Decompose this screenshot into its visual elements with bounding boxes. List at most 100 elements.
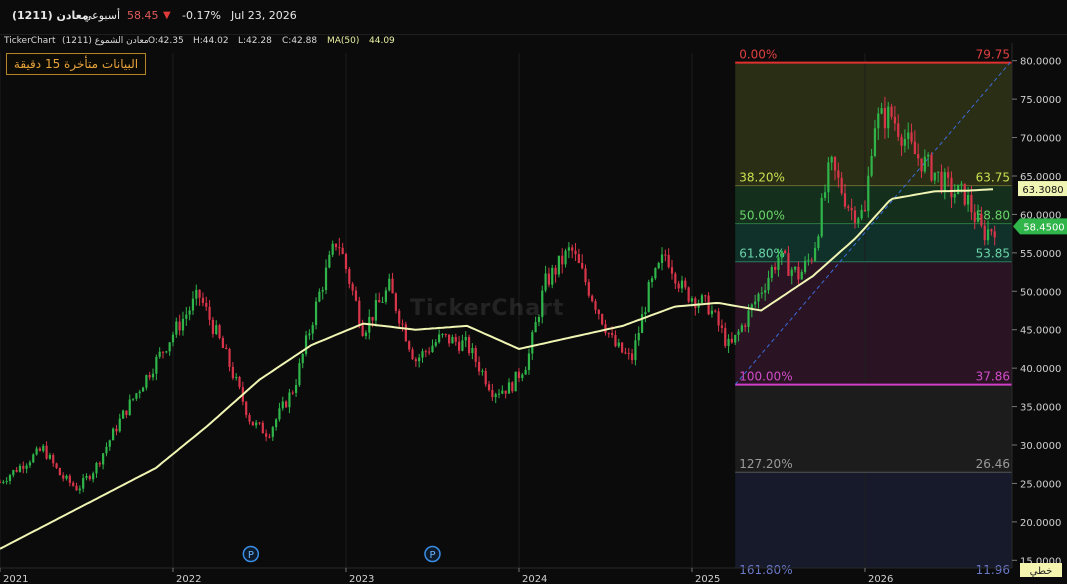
- candle-body: [55, 463, 58, 468]
- candle-body: [907, 132, 910, 139]
- candle-body: [877, 113, 880, 129]
- fib-level-value: 37.86: [976, 370, 1010, 384]
- candle-body: [823, 192, 827, 198]
- candle-body: [611, 333, 614, 335]
- x-axis-tick-label: 2026: [868, 574, 893, 584]
- candle-body: [65, 475, 68, 479]
- candle-body: [105, 446, 108, 454]
- candle-body: [867, 175, 870, 212]
- candle-body: [937, 171, 940, 173]
- candle-body: [201, 297, 205, 303]
- candle-body: [205, 302, 208, 307]
- dividend-marker-label: P: [429, 550, 435, 561]
- low-value: L:42.28: [238, 36, 272, 46]
- candle-body: [704, 295, 707, 297]
- candle-body: [980, 214, 983, 226]
- candle-body: [777, 257, 780, 270]
- candle-body: [168, 342, 171, 352]
- candle-body: [75, 485, 78, 491]
- candle-body: [434, 342, 437, 346]
- candle-body: [112, 428, 115, 441]
- x-axis-tick-label: 2023: [349, 574, 374, 584]
- candle-body: [813, 247, 817, 261]
- x-axis-tick-label: 2025: [695, 574, 720, 584]
- candle-body: [677, 283, 680, 289]
- candle-body: [457, 341, 461, 351]
- candle-body: [527, 353, 531, 370]
- candle-body: [764, 290, 767, 293]
- candle-body: [314, 301, 318, 326]
- candle-body: [843, 193, 847, 207]
- candle-body: [115, 428, 118, 432]
- close-value: C:42.88: [282, 36, 318, 46]
- candle-body: [48, 455, 52, 459]
- scale-toggle-label: خطي: [1030, 566, 1053, 577]
- candle-body: [564, 250, 567, 265]
- symbol-label[interactable]: (1211) معادن: [12, 9, 89, 22]
- interval-label[interactable]: أسبوعي: [83, 9, 120, 22]
- candle-body: [797, 266, 800, 280]
- candle-body: [245, 401, 248, 416]
- candle-body: [255, 422, 258, 426]
- candle-body: [235, 376, 238, 379]
- candle-body: [597, 309, 600, 315]
- candle-body: [428, 351, 431, 353]
- candle-body: [624, 352, 627, 354]
- candle-body: [517, 371, 521, 379]
- candle-body: [418, 357, 421, 362]
- candle-body: [983, 225, 986, 241]
- fib-level-percent: 100.00%: [739, 370, 792, 384]
- candle-body: [664, 254, 667, 256]
- last-price-tag-label: 58.4500: [1023, 222, 1064, 233]
- candle-body: [191, 298, 195, 311]
- candle-body: [78, 488, 81, 491]
- candle-body: [747, 310, 750, 327]
- candle-body: [487, 384, 491, 391]
- candle-body: [833, 156, 837, 171]
- candle-body: [281, 401, 284, 409]
- candle-body: [2, 481, 5, 483]
- candle-body: [128, 399, 131, 416]
- price-chart[interactable]: 0.00% 79.7538.20% 63.7550.00% 58.8061.80% 53…: [0, 0, 1067, 584]
- candle-body: [441, 333, 444, 335]
- candle-body: [454, 336, 457, 342]
- candle-body: [95, 463, 98, 474]
- candle-body: [384, 290, 388, 302]
- candle-body: [684, 280, 687, 288]
- candle-body: [35, 448, 38, 455]
- candle-body: [225, 347, 228, 349]
- ma-label: MA(50): [327, 36, 360, 46]
- candle-body: [910, 132, 913, 142]
- candle-body: [68, 475, 71, 483]
- fib-level-value: 26.46: [976, 457, 1010, 471]
- candle-body: [165, 351, 168, 353]
- candle-body: [271, 427, 274, 437]
- down-arrow-icon: ▼: [163, 10, 171, 21]
- candle-body: [181, 318, 185, 331]
- candle-body: [278, 408, 281, 420]
- candle-body: [25, 465, 28, 469]
- candle-body: [131, 398, 135, 400]
- candle-body: [976, 214, 980, 222]
- candle-body: [893, 116, 896, 124]
- ohlc-info-bar: TickerChart (1211) معادن الشموع O:42.35 …: [0, 35, 1067, 49]
- candle-body: [847, 206, 850, 208]
- y-axis-tick-label: 35.0000: [1020, 403, 1061, 414]
- candle-body: [12, 470, 15, 476]
- x-axis-tick-label: 2021: [3, 574, 28, 584]
- candle-body: [451, 336, 454, 344]
- candle-body: [687, 287, 690, 302]
- candle-body: [571, 247, 574, 251]
- candle-body: [344, 254, 348, 269]
- candle-body: [501, 390, 504, 394]
- candle-body: [547, 273, 551, 285]
- candle-body: [261, 422, 264, 434]
- candle-body: [637, 332, 640, 341]
- candle-body: [338, 247, 341, 249]
- candle-body: [408, 341, 411, 350]
- candle-body: [135, 393, 138, 399]
- candle-body: [265, 433, 268, 437]
- candle-body: [258, 422, 261, 424]
- candle-body: [178, 321, 181, 331]
- candle-body: [524, 369, 527, 375]
